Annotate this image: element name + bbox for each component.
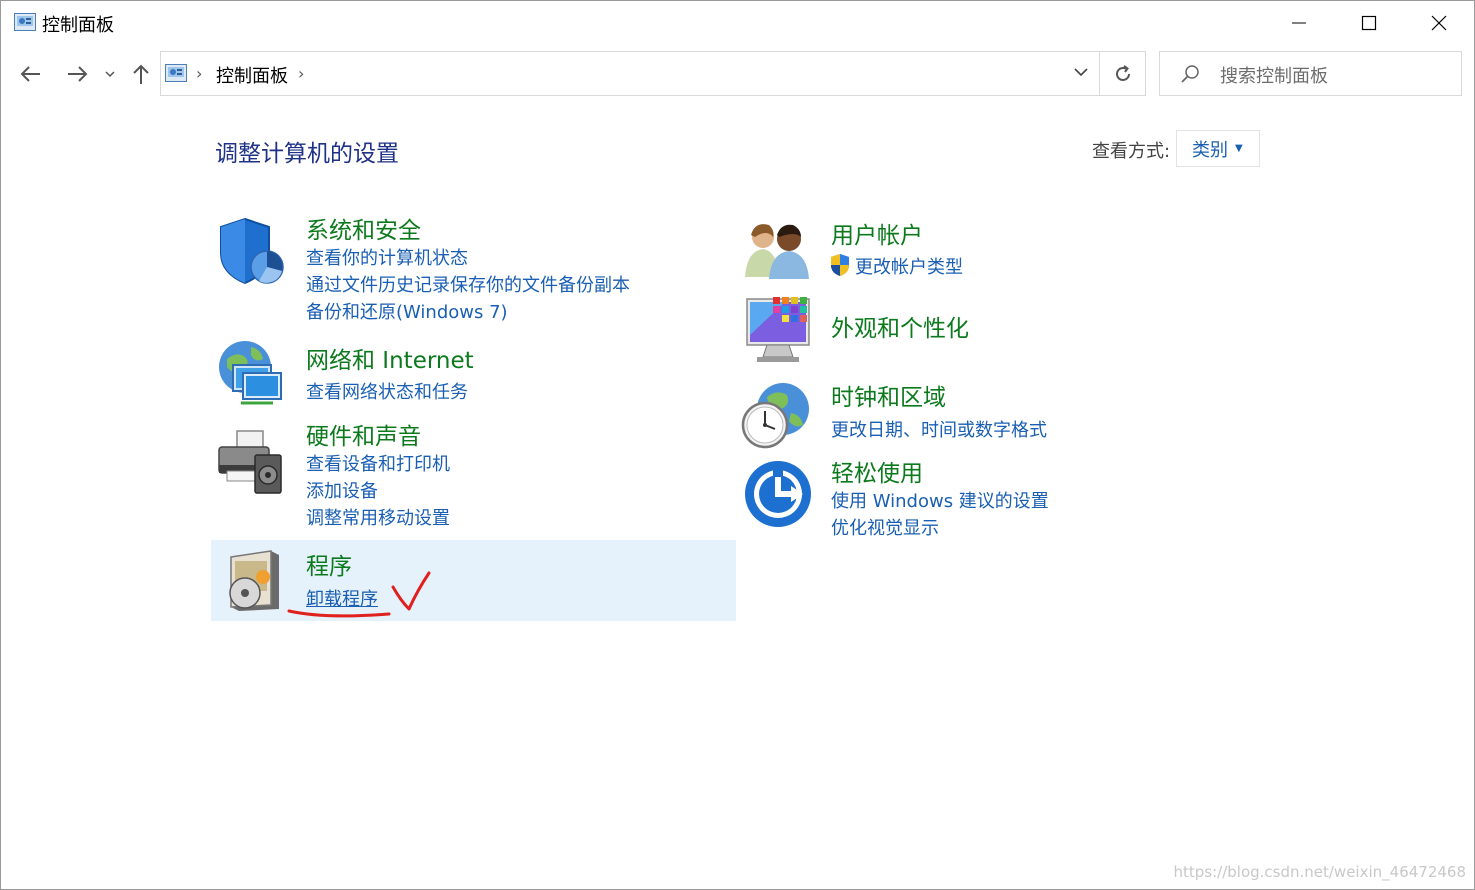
minimize-icon <box>1292 22 1306 24</box>
address-bar[interactable]: › 控制面板 › <box>160 51 1100 96</box>
up-button[interactable] <box>127 59 155 89</box>
printer-icon[interactable] <box>215 427 287 495</box>
users-icon[interactable] <box>741 215 813 281</box>
link-add-device[interactable]: 添加设备 <box>306 477 378 503</box>
page-title: 调整计算机的设置 <box>215 141 399 167</box>
link-view-network-status[interactable]: 查看网络状态和任务 <box>306 378 468 404</box>
minimize-button[interactable] <box>1264 1 1334 45</box>
maximize-icon <box>1361 15 1377 31</box>
control-panel-icon <box>165 64 187 82</box>
close-button[interactable] <box>1404 1 1474 45</box>
uac-shield-icon <box>831 254 849 276</box>
view-by-label: 查看方式: <box>1092 141 1171 162</box>
control-panel-window: 控制面板 › 控制面板 › 搜索控制面板 调整计算机的设置 查看方式: 类别 ▼… <box>0 0 1475 890</box>
control-panel-icon <box>14 13 36 31</box>
forward-button[interactable] <box>61 59 93 89</box>
link-backup-restore[interactable]: 备份和还原(Windows 7) <box>306 298 508 324</box>
red-annotation-mark <box>287 571 431 618</box>
network-icon[interactable] <box>215 337 287 409</box>
dropdown-caret-icon: ▼ <box>1235 143 1243 154</box>
category-system-security[interactable]: 系统和安全 <box>306 211 421 245</box>
link-view-devices-printers[interactable]: 查看设备和打印机 <box>306 450 450 476</box>
close-icon <box>1431 15 1447 31</box>
refresh-button[interactable] <box>1100 51 1146 96</box>
breadcrumb-chevron-icon[interactable]: › <box>196 64 202 83</box>
chevron-down-icon <box>105 71 115 78</box>
category-clock-region[interactable]: 时钟和区域 <box>831 378 946 412</box>
search-icon <box>1181 65 1199 83</box>
link-optimize-visual-display[interactable]: 优化视觉显示 <box>831 514 939 540</box>
recent-locations-button[interactable] <box>101 59 119 89</box>
search-box[interactable]: 搜索控制面板 <box>1159 51 1462 96</box>
chevron-down-icon[interactable] <box>1073 64 1089 80</box>
category-appearance-personalization[interactable]: 外观和个性化 <box>831 309 969 343</box>
refresh-icon <box>1115 64 1130 81</box>
up-arrow-icon <box>133 64 149 84</box>
link-change-account-type[interactable]: 更改帐户类型 <box>855 253 963 279</box>
category-ease-of-access[interactable]: 轻松使用 <box>831 454 923 488</box>
search-input[interactable]: 搜索控制面板 <box>1220 62 1328 88</box>
category-user-accounts[interactable]: 用户帐户 <box>831 216 923 250</box>
back-arrow-icon <box>20 66 40 82</box>
programs-icon[interactable] <box>223 547 283 613</box>
window-title: 控制面板 <box>42 15 114 36</box>
view-by-dropdown[interactable]: 类别 ▼ <box>1176 130 1260 167</box>
title-bar[interactable]: 控制面板 <box>1 1 1474 45</box>
view-by-value: 类别 <box>1192 139 1228 161</box>
clock-globe-icon[interactable] <box>739 379 813 451</box>
link-view-computer-status[interactable]: 查看你的计算机状态 <box>306 244 468 270</box>
category-hardware-sound[interactable]: 硬件和声音 <box>306 417 421 451</box>
appearance-icon[interactable] <box>745 295 817 365</box>
breadcrumb-chevron-icon[interactable]: › <box>298 64 304 83</box>
link-file-history-backup[interactable]: 通过文件历史记录保存你的文件备份副本 <box>306 271 630 297</box>
link-mobility-settings[interactable]: 调整常用移动设置 <box>306 504 450 530</box>
watermark: https://blog.csdn.net/weixin_46472468 <box>1173 863 1466 881</box>
shield-icon[interactable] <box>215 215 285 287</box>
category-network-internet[interactable]: 网络和 Internet <box>306 341 474 375</box>
forward-arrow-icon <box>68 66 88 82</box>
link-change-date-time-format[interactable]: 更改日期、时间或数字格式 <box>831 416 1047 442</box>
breadcrumb-control-panel[interactable]: 控制面板 <box>216 62 288 88</box>
link-recommended-settings[interactable]: 使用 Windows 建议的设置 <box>831 487 1049 513</box>
back-button[interactable] <box>15 59 47 89</box>
ease-of-access-icon[interactable] <box>743 459 813 529</box>
maximize-button[interactable] <box>1334 1 1404 45</box>
